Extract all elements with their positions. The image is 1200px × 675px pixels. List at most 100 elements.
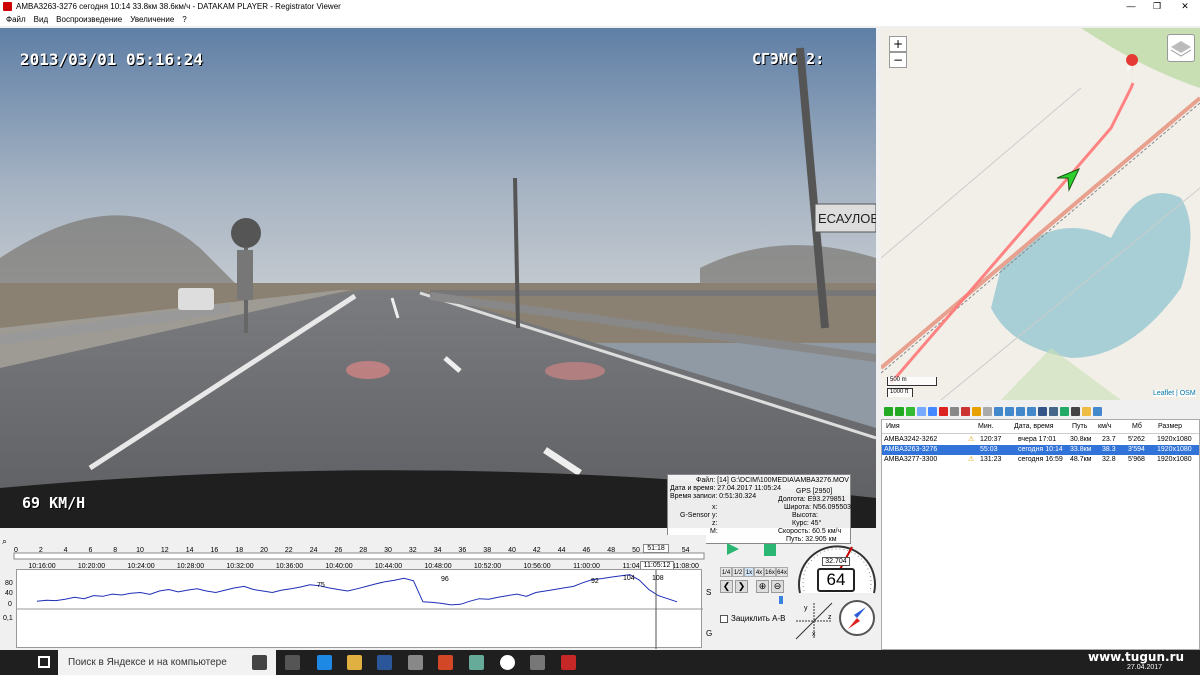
window-icon[interactable] (994, 406, 1003, 416)
file-mb: 5'968 (1128, 456, 1145, 463)
rate-1x[interactable]: 1x (744, 567, 754, 577)
next-icon[interactable]: ❯ (735, 580, 748, 593)
file-min: 131:23 (980, 456, 1002, 463)
menu-zoom[interactable]: Увеличение (130, 15, 174, 24)
map-panel[interactable]: F + − 500 m 1000 ft Leaflet | OSM (881, 28, 1200, 400)
app-icon-3[interactable] (530, 655, 545, 670)
snapshot-icon[interactable] (961, 406, 970, 416)
rate-4x[interactable]: 4x (754, 567, 764, 577)
file-date: сегодня 16:59 (1018, 456, 1063, 463)
tick-label: 30 (384, 547, 392, 554)
taskbar-search[interactable]: Поиск в Яндексе и на компьютере (58, 650, 276, 675)
window3-icon[interactable] (1016, 406, 1025, 416)
maximize-button[interactable]: ❐ (1144, 0, 1170, 13)
timeline-cursor-label: 51:18 (643, 544, 669, 553)
word-icon[interactable] (377, 655, 392, 670)
file-date: сегодня 10:14 (1018, 446, 1063, 453)
tick-label: 44 (558, 547, 566, 554)
info-z: z: (712, 520, 718, 527)
file-list-header: Имя Мин. Дата, время Путь км/ч Мб Размер (882, 420, 1199, 434)
globe-icon[interactable] (1038, 406, 1047, 416)
peak-label: 104 (623, 575, 635, 582)
tick-label: 4 (64, 547, 68, 554)
compass-icon (839, 600, 875, 636)
col-min[interactable]: Мин. (978, 420, 994, 434)
explorer-icon[interactable] (347, 655, 362, 670)
ab-loop-checkbox[interactable] (720, 615, 728, 623)
chart-icon[interactable] (1049, 406, 1058, 416)
settings-icon[interactable] (983, 406, 992, 416)
add-icon[interactable] (884, 406, 893, 416)
file-row-selected[interactable]: AMBA3263-3276 55:03 сегодня 10:14 33.8км… (882, 445, 1199, 455)
prev-icon[interactable]: ❮ (720, 580, 733, 593)
play-icon[interactable] (726, 542, 740, 556)
datakam-icon[interactable] (561, 655, 576, 670)
info-latitude: Широта: N56.095503 (784, 504, 852, 511)
file-row[interactable]: AMBA3277-3300 ⚠ 131:23 сегодня 16:59 48.… (882, 455, 1199, 465)
stop-icon[interactable] (764, 544, 776, 556)
col-path[interactable]: Путь (1072, 420, 1087, 434)
delete-icon[interactable] (939, 406, 948, 416)
save-icon[interactable] (950, 406, 959, 416)
y-tick-80: 80 (5, 580, 13, 587)
file-mb: 3'594 (1128, 446, 1145, 453)
tick-label: 12 (161, 547, 169, 554)
app-icon (3, 2, 12, 11)
speed-graph[interactable]: 75 96 92 104 108 (16, 569, 703, 649)
zoom-in-icon[interactable]: ⊕ (756, 580, 769, 593)
menu-file[interactable]: Файл (6, 15, 26, 24)
window4-icon[interactable] (1027, 406, 1036, 416)
video-frame[interactable]: ЕСАУЛОВК 2013/03/01 05:16:24 СГЭМС 2: 69… (0, 28, 876, 528)
mic-icon[interactable] (252, 655, 267, 670)
copy-icon[interactable] (917, 406, 926, 416)
zoom-in-button[interactable]: + (889, 36, 907, 52)
menu-playback[interactable]: Воспроизведение (56, 15, 122, 24)
col-kmh[interactable]: км/ч (1098, 420, 1111, 434)
folder-icon[interactable] (1082, 406, 1091, 416)
col-size[interactable]: Размер (1158, 420, 1182, 434)
refresh-icon[interactable] (906, 406, 915, 416)
file-row[interactable]: AMBA3242-3262 ⚠ 120:37 вчера 17:01 30.8к… (882, 435, 1199, 445)
app-icon-1[interactable] (408, 655, 423, 670)
info-icon[interactable] (1093, 406, 1102, 416)
remove-icon[interactable] (895, 406, 904, 416)
edge-icon[interactable] (317, 655, 332, 670)
file-path: 30.8км (1070, 436, 1092, 443)
rate-half[interactable]: 1/2 (732, 567, 744, 577)
menu-help[interactable]: ? (182, 15, 186, 24)
tick-label: 40 (508, 547, 516, 554)
warning-icon: ⚠ (968, 456, 975, 463)
window2-icon[interactable] (1005, 406, 1014, 416)
menu-view[interactable]: Вид (34, 15, 48, 24)
col-name[interactable]: Имя (886, 420, 900, 434)
col-mb[interactable]: Мб (1132, 420, 1142, 434)
taskbar: Поиск в Яндексе и на компьютере www.tugu… (0, 650, 1200, 675)
map-icon[interactable] (1060, 406, 1069, 416)
powerpoint-icon[interactable] (438, 655, 453, 670)
volume-slider[interactable] (779, 596, 783, 604)
rate-quarter[interactable]: 1/4 (720, 567, 732, 577)
layers-icon[interactable] (1167, 34, 1195, 62)
rate-16x[interactable]: 16x (764, 567, 776, 577)
col-date[interactable]: Дата, время (1014, 420, 1054, 434)
tick-label: 2 (39, 547, 43, 554)
minimize-button[interactable]: — (1118, 0, 1144, 13)
file-mb: 5'262 (1128, 436, 1145, 443)
tick-label: 26 (335, 547, 343, 554)
windows-start-icon[interactable] (38, 656, 50, 668)
zoom-out-icon[interactable]: ⊖ (771, 580, 784, 593)
file-list: Имя Мин. Дата, время Путь км/ч Мб Размер… (881, 419, 1200, 650)
tick-label: 6 (88, 547, 92, 554)
rate-64x[interactable]: 64x (776, 567, 788, 577)
select-icon[interactable] (928, 406, 937, 416)
zoom-out-button[interactable]: − (889, 52, 907, 68)
close-button[interactable]: ✕ (1172, 0, 1198, 13)
film-icon[interactable] (1071, 406, 1080, 416)
tick-label: 42 (533, 547, 541, 554)
export-icon[interactable] (972, 406, 981, 416)
app-icon-2[interactable] (469, 655, 484, 670)
map-attribution[interactable]: Leaflet | OSM (1153, 390, 1196, 397)
task-view-icon[interactable] (285, 655, 300, 670)
tick-label: 34 (434, 547, 442, 554)
yandex-icon[interactable] (500, 655, 515, 670)
